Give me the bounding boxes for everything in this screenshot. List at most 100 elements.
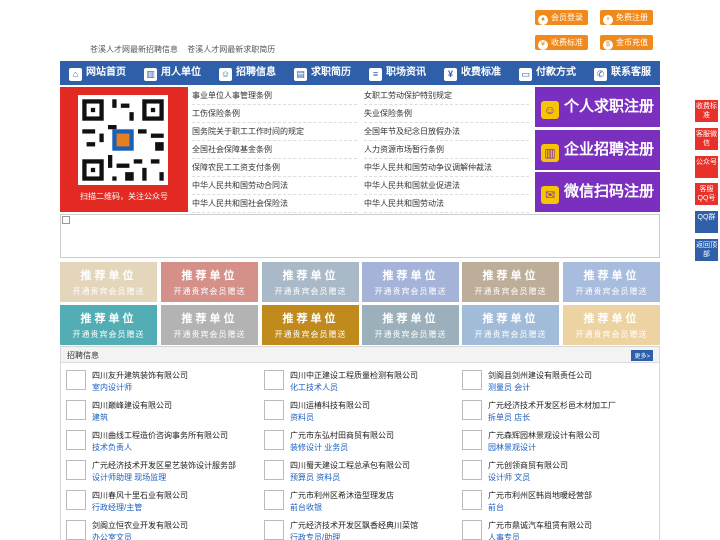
company-name[interactable]: 四川蜀天建设工程总承包有限公司 — [290, 460, 410, 471]
member-login-button[interactable]: ● 会员登录 — [535, 10, 588, 25]
job-item[interactable]: 四川春风十里石业有限公司 行政经理/主管 — [61, 487, 256, 517]
job-positions[interactable]: 拆单员 店长 — [488, 412, 530, 423]
side-fee-standard[interactable]: 收费标准 — [695, 100, 718, 122]
company-name[interactable]: 剑阁县剑州建设有限责任公司 — [488, 370, 592, 381]
job-positions[interactable]: 办公室文员 — [92, 532, 132, 540]
job-positions[interactable]: 资料员 — [290, 412, 314, 423]
top-link-latest-jobs[interactable]: 苍溪人才网最新招聘信息 — [90, 45, 178, 54]
nav-news[interactable]: ≡ 职场资讯 — [360, 61, 435, 85]
company-name[interactable]: 广元创领商贸有限公司 — [488, 460, 568, 471]
job-item[interactable]: 广元市东弘村田商贸有限公司 装修设计 业务员 — [259, 427, 454, 457]
side-service-qq[interactable]: 客服QQ号 — [695, 183, 718, 205]
company-name[interactable]: 广元经济技术开发区星艺装饰设计服务部 — [92, 460, 236, 471]
company-name[interactable]: 广元经济技术开发区飘香经典川菜馆 — [290, 520, 418, 531]
job-item[interactable]: 剑阁县剑州建设有限责任公司 测量员 会计 — [457, 367, 652, 397]
banner-ad[interactable] — [60, 214, 660, 258]
company-name[interactable]: 广元市利州区希沐造型理发店 — [290, 490, 394, 501]
recommend-slot[interactable]: 推荐单位 开通贵宾会员赠送 — [563, 262, 660, 302]
fee-standard-button[interactable]: ¥ 收费标准 — [535, 35, 588, 50]
job-item[interactable]: 四川巅峰建设有限公司 建筑 — [61, 397, 256, 427]
law-link[interactable]: 保障农民工工资支付条例 — [192, 159, 357, 177]
company-name[interactable]: 四川巅峰建设有限公司 — [92, 400, 172, 411]
law-link[interactable]: 女职工劳动保护特别规定 — [364, 87, 529, 105]
job-positions[interactable]: 建筑 — [92, 412, 108, 423]
recommend-slot[interactable]: 推荐单位 开通贵宾会员赠送 — [161, 305, 258, 345]
job-positions[interactable]: 设计师助理 现场监理 — [92, 472, 166, 483]
job-positions[interactable]: 行政经理/主管 — [92, 502, 142, 513]
company-name[interactable]: 广元市利州区韩尚地暖经营部 — [488, 490, 592, 501]
job-item[interactable]: 四川中正建设工程质量检测有限公司 化工技术人员 — [259, 367, 454, 397]
company-name[interactable]: 广元森辉园林景观设计有限公司 — [488, 430, 600, 441]
job-item[interactable]: 广元创领商贸有限公司 设计师 文员 — [457, 457, 652, 487]
side-qq-group[interactable]: QQ群 — [695, 211, 718, 233]
job-item[interactable]: 四川友升建筑装饰有限公司 室内设计师 — [61, 367, 256, 397]
law-link[interactable]: 失业保险条例 — [364, 105, 529, 123]
job-positions[interactable]: 人事专员 — [488, 532, 520, 540]
job-positions[interactable]: 前台 — [488, 502, 504, 513]
law-link[interactable]: 中华人民共和国劳动合同法 — [192, 177, 357, 195]
job-item[interactable]: 广元经济技术开发区星艺装饰设计服务部 设计师助理 现场监理 — [61, 457, 256, 487]
recommend-slot[interactable]: 推荐单位 开通贵宾会员赠送 — [60, 262, 157, 302]
job-item[interactable]: 广元森辉园林景观设计有限公司 园林景观设计 — [457, 427, 652, 457]
nav-fees[interactable]: ¥ 收费标准 — [435, 61, 510, 85]
company-name[interactable]: 四川运椿科技有限公司 — [290, 400, 370, 411]
job-positions[interactable]: 行政专员/助理 — [290, 532, 340, 540]
recommend-slot[interactable]: 推荐单位 开通贵宾会员赠送 — [262, 305, 359, 345]
more-link[interactable]: 更多> — [631, 350, 653, 361]
company-name[interactable]: 四川春风十里石业有限公司 — [92, 490, 188, 501]
side-service-wechat[interactable]: 客服微信 — [695, 128, 718, 150]
job-item[interactable]: 四川运椿科技有限公司 资料员 — [259, 397, 454, 427]
law-link[interactable]: 中华人民共和国劳动法 — [364, 195, 529, 213]
recommend-slot[interactable]: 推荐单位 开通贵宾会员赠送 — [262, 262, 359, 302]
company-name[interactable]: 广元经济技术开发区杉邑木材加工厂 — [488, 400, 616, 411]
recommend-slot[interactable]: 推荐单位 开通贵宾会员赠送 — [362, 305, 459, 345]
law-link[interactable]: 中华人民共和国社会保险法 — [192, 195, 357, 213]
recommend-slot[interactable]: 推荐单位 开通贵宾会员赠送 — [462, 262, 559, 302]
side-official-account[interactable]: 公众号 — [695, 156, 718, 178]
law-link[interactable]: 事业单位人事管理条例 — [192, 87, 357, 105]
recommend-slot[interactable]: 推荐单位 开通贵宾会员赠送 — [60, 305, 157, 345]
job-positions[interactable]: 化工技术人员 — [290, 382, 338, 393]
company-name[interactable]: 四川中正建设工程质量检测有限公司 — [290, 370, 418, 381]
job-positions[interactable]: 测量员 会计 — [488, 382, 530, 393]
law-link[interactable]: 中华人民共和国就业促进法 — [364, 177, 529, 195]
job-item[interactable]: 四川曲线工程造价咨询事务所有限公司 技术负责人 — [61, 427, 256, 457]
recommend-slot[interactable]: 推荐单位 开通贵宾会员赠送 — [161, 262, 258, 302]
company-name[interactable]: 广元市东弘村田商贸有限公司 — [290, 430, 394, 441]
job-positions[interactable]: 设计师 文员 — [488, 472, 530, 483]
company-register-button[interactable]: ▥ 企业招聘注册 — [535, 130, 660, 170]
nav-contact[interactable]: ✆ 联系客服 — [585, 61, 660, 85]
job-positions[interactable]: 技术负责人 — [92, 442, 132, 453]
job-item[interactable]: 广元经济技术开发区飘香经典川菜馆 行政专员/助理 — [259, 517, 454, 540]
job-positions[interactable]: 前台收银 — [290, 502, 322, 513]
nav-jobs[interactable]: ☺ 招聘信息 — [210, 61, 285, 85]
law-link[interactable]: 工伤保险条例 — [192, 105, 357, 123]
recommend-slot[interactable]: 推荐单位 开通贵宾会员赠送 — [362, 262, 459, 302]
free-register-button[interactable]: + 免费注册 — [600, 10, 653, 25]
company-name[interactable]: 四川曲线工程造价咨询事务所有限公司 — [92, 430, 228, 441]
law-link[interactable]: 国务院关于职工工作时间的规定 — [192, 123, 357, 141]
law-link[interactable]: 中华人民共和国劳动争议调解仲裁法 — [364, 159, 529, 177]
law-link[interactable]: 全国社会保障基金条例 — [192, 141, 357, 159]
recommend-slot[interactable]: 推荐单位 开通贵宾会员赠送 — [462, 305, 559, 345]
company-name[interactable]: 广元市鼎诚汽车租赁有限公司 — [488, 520, 592, 531]
nav-payment[interactable]: ▭ 付款方式 — [510, 61, 585, 85]
job-item[interactable]: 剑阁立恒农业开发有限公司 办公室文员 — [61, 517, 256, 540]
coin-recharge-button[interactable]: $ 金币充值 — [600, 35, 653, 50]
top-link-latest-resumes[interactable]: 苍溪人才网最新求职简历 — [187, 45, 275, 54]
law-link[interactable]: 全国年节及纪念日放假办法 — [364, 123, 529, 141]
recommend-slot[interactable]: 推荐单位 开通贵宾会员赠送 — [563, 305, 660, 345]
job-item[interactable]: 广元市鼎诚汽车租赁有限公司 人事专员 — [457, 517, 652, 540]
job-positions[interactable]: 室内设计师 — [92, 382, 132, 393]
wechat-register-button[interactable]: ✉ 微信扫码注册 — [535, 172, 660, 212]
job-positions[interactable]: 预算员 资料员 — [290, 472, 340, 483]
personal-register-button[interactable]: ☺ 个人求职注册 — [535, 87, 660, 127]
job-positions[interactable]: 装修设计 业务员 — [290, 442, 348, 453]
company-name[interactable]: 四川友升建筑装饰有限公司 — [92, 370, 188, 381]
job-item[interactable]: 广元经济技术开发区杉邑木材加工厂 拆单员 店长 — [457, 397, 652, 427]
nav-resumes[interactable]: ▤ 求职简历 — [285, 61, 360, 85]
company-name[interactable]: 剑阁立恒农业开发有限公司 — [92, 520, 188, 531]
job-item[interactable]: 四川蜀天建设工程总承包有限公司 预算员 资料员 — [259, 457, 454, 487]
nav-home[interactable]: ⌂ 网站首页 — [60, 61, 135, 85]
job-item[interactable]: 广元市利州区希沐造型理发店 前台收银 — [259, 487, 454, 517]
